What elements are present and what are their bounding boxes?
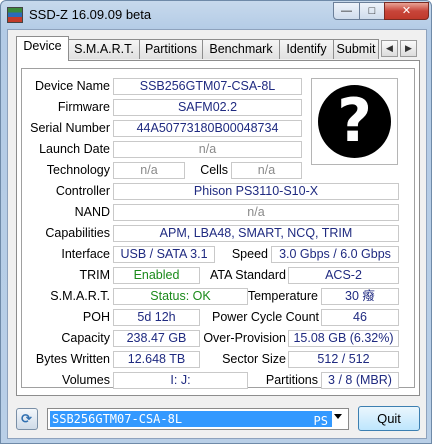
trim-label: TRIM xyxy=(79,268,110,282)
refresh-button[interactable]: ⟳ xyxy=(16,408,38,430)
launch-date-label: Launch Date xyxy=(39,142,110,156)
tab-smart[interactable]: S.M.A.R.T. xyxy=(68,39,140,59)
capacity-value: 238.47 GB xyxy=(113,330,200,347)
capabilities-value: APM, LBA48, SMART, NCQ, TRIM xyxy=(113,225,399,242)
controller-value: Phison PS3110-S10-X xyxy=(113,183,399,200)
quit-button[interactable]: Quit xyxy=(358,406,420,431)
technology-label: Technology xyxy=(46,163,110,177)
close-button[interactable]: ✕ xyxy=(384,2,429,20)
capacity-label: Capacity xyxy=(61,331,110,345)
power-cycle-count-label: Power Cycle Count xyxy=(212,310,319,324)
launch-date-value: n/a xyxy=(113,141,302,158)
speed-value: 3.0 Gbps / 6.0 Gbps xyxy=(271,246,399,263)
cells-value: n/a xyxy=(231,162,302,179)
partitions-label: Partitions xyxy=(265,373,318,387)
app-icon[interactable] xyxy=(7,7,23,23)
chevron-down-icon[interactable] xyxy=(334,414,342,419)
poh-label: POH xyxy=(82,310,110,324)
refresh-icon: ⟳ xyxy=(21,411,32,426)
tab-device[interactable]: Device xyxy=(16,36,69,61)
tab-identify[interactable]: Identify xyxy=(279,39,334,59)
ata-standard-label: ATA Standard xyxy=(210,268,286,282)
technology-value: n/a xyxy=(113,162,185,179)
tab-scroll-right-icon[interactable]: ▶ xyxy=(400,40,417,57)
capabilities-label: Capabilities xyxy=(45,226,110,240)
controller-label: Controller xyxy=(55,184,110,198)
window-title: SSD-Z 16.09.09 beta xyxy=(29,7,152,22)
maximize-button[interactable]: □ xyxy=(359,2,385,20)
title-bar[interactable]: SSD-Z 16.09.09 beta — □ ✕ xyxy=(1,1,431,29)
over-provision-label: Over-Provision xyxy=(203,331,286,345)
device-name-label: Device Name xyxy=(34,79,110,93)
tab-partitions[interactable]: Partitions xyxy=(139,39,203,59)
device-info-group: Device Name SSB256GTM07-CSA-8L Firmware … xyxy=(21,68,415,389)
poh-value: 5d 12h xyxy=(113,309,200,326)
bytes-written-label: Bytes Written xyxy=(35,352,110,366)
bytes-written-value: 12.648 TB xyxy=(113,351,200,368)
serial-number-value: 44A50773180B00048734 xyxy=(113,120,302,137)
serial-number-label: Serial Number xyxy=(30,121,110,135)
power-cycle-count-value: 46 xyxy=(321,309,399,326)
volumes-value: I: J: xyxy=(113,372,248,389)
tab-submit[interactable]: Submit xyxy=(333,39,379,59)
partitions-value: 3 / 8 (MBR) xyxy=(321,372,399,389)
nand-value: n/a xyxy=(113,204,399,221)
minimize-button[interactable]: — xyxy=(333,2,360,20)
temperature-value: 30 癈 xyxy=(321,288,399,305)
device-panel: Device Name SSB256GTM07-CSA-8L Firmware … xyxy=(16,60,420,396)
question-mark-icon: ? xyxy=(318,85,391,158)
interface-value: USB / SATA 3.1 xyxy=(113,246,215,263)
speed-label: Speed xyxy=(231,247,268,261)
volumes-label: Volumes xyxy=(62,373,110,387)
over-provision-value: 15.08 GB (6.32%) xyxy=(288,330,399,347)
firmware-label: Firmware xyxy=(57,100,110,114)
smart-status-value: Status: OK xyxy=(113,288,248,305)
bottom-bar: ⟳ SSB256GTM07-CSA-8L PS Quit xyxy=(16,406,420,432)
tab-benchmark[interactable]: Benchmark xyxy=(202,39,280,59)
smart-label: S.M.A.R.T. xyxy=(50,289,110,303)
sector-size-label: Sector Size xyxy=(222,352,286,366)
device-select-value: SSB256GTM07-CSA-8L PS xyxy=(50,411,332,427)
ata-standard-value: ACS-2 xyxy=(288,267,399,284)
temperature-label: Temperature xyxy=(247,289,318,303)
device-image: ? xyxy=(311,78,398,165)
tab-scroll-left-icon[interactable]: ◀ xyxy=(381,40,398,57)
device-select[interactable]: SSB256GTM07-CSA-8L PS xyxy=(47,408,349,430)
trim-value: Enabled xyxy=(113,267,200,284)
app-window: SSD-Z 16.09.09 beta — □ ✕ Device S.M.A.R… xyxy=(0,0,432,444)
device-name-value: SSB256GTM07-CSA-8L xyxy=(113,78,302,95)
cells-label: Cells xyxy=(200,163,228,177)
interface-label: Interface xyxy=(61,247,110,261)
device-select-text: SSB256GTM07-CSA-8L xyxy=(52,412,183,426)
sector-size-value: 512 / 512 xyxy=(288,351,399,368)
firmware-value: SAFM02.2 xyxy=(113,99,302,116)
nand-label: NAND xyxy=(74,205,110,219)
tab-strip: Device S.M.A.R.T. Partitions Benchmark I… xyxy=(16,36,420,61)
client-area: Device S.M.A.R.T. Partitions Benchmark I… xyxy=(7,29,427,439)
device-select-trailing-text: PS xyxy=(313,414,328,427)
